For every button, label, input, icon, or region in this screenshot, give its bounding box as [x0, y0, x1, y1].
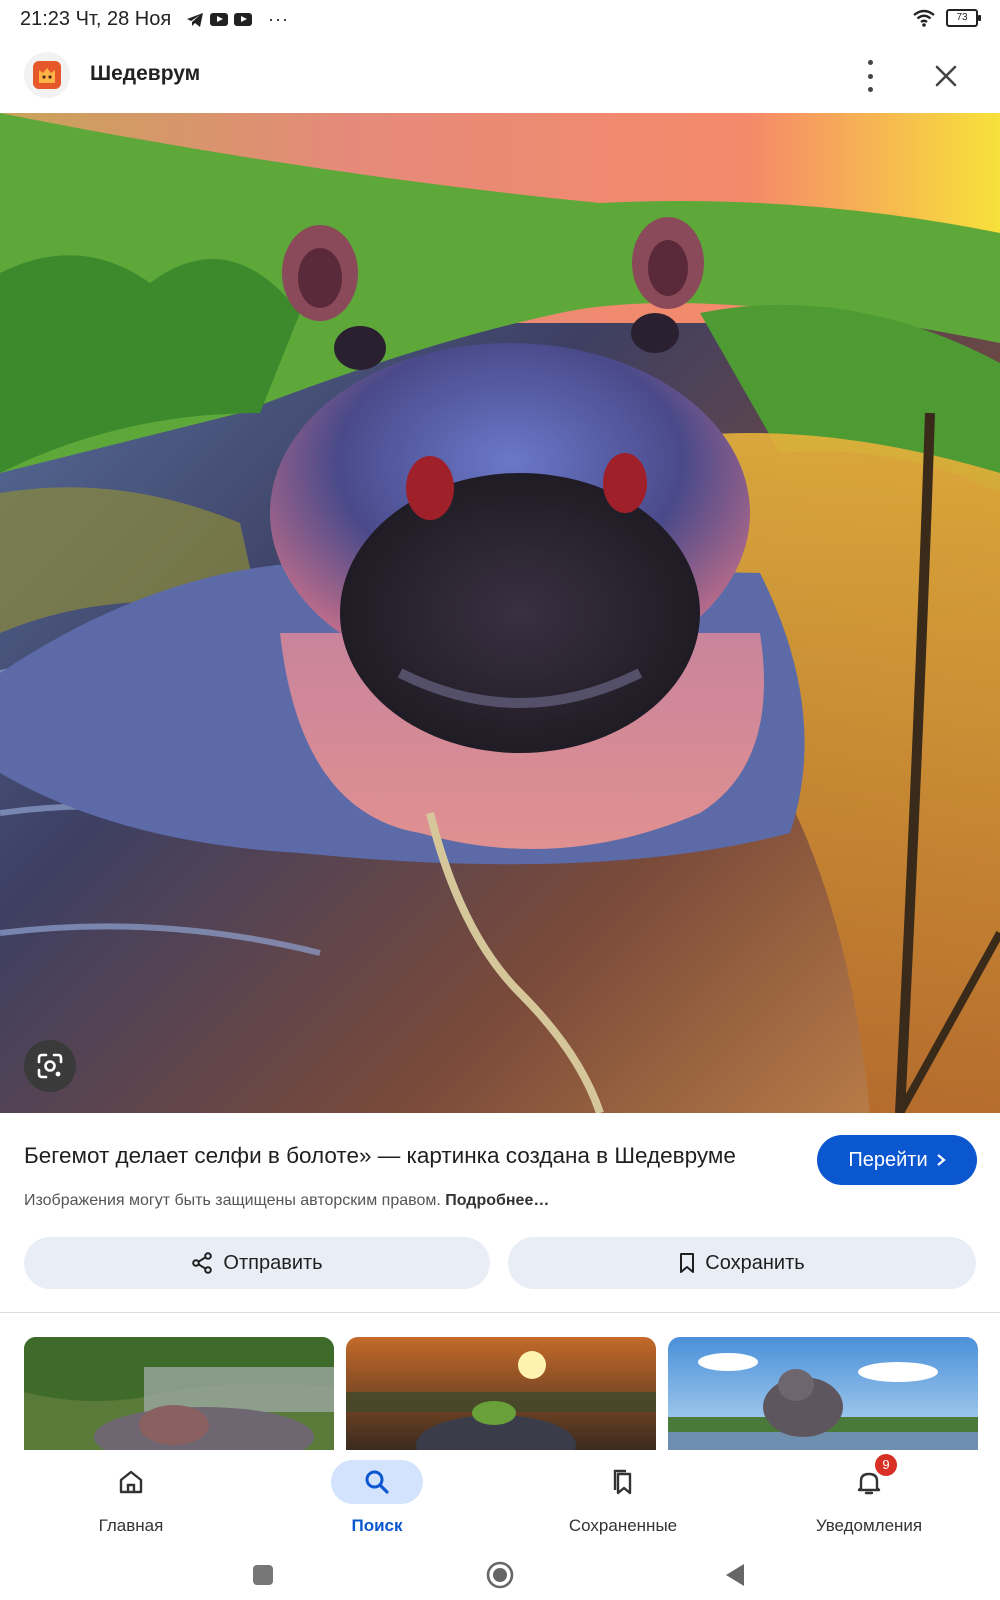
nav-search[interactable]: Поиск	[254, 1450, 500, 1550]
save-label: Сохранить	[705, 1251, 805, 1274]
nav-home-label: Главная	[98, 1516, 164, 1535]
notification-icons: ···	[186, 9, 289, 30]
related-image-3[interactable]	[668, 1337, 978, 1450]
divider	[0, 1312, 1000, 1313]
share-icon	[192, 1252, 213, 1274]
related-image-1[interactable]	[24, 1337, 334, 1450]
bell-icon-wrap: 9	[823, 1454, 915, 1504]
home-icon	[119, 1470, 143, 1494]
copyright-text: Изображения могут быть защищены авторски…	[24, 1192, 441, 1209]
lens-icon	[37, 1053, 63, 1079]
visit-button-label: Перейти	[848, 1148, 928, 1171]
app-title: Шедеврум	[90, 62, 201, 85]
google-lens-button[interactable]	[24, 1040, 76, 1092]
youtube-icon	[234, 13, 252, 26]
nav-saved-label: Сохраненные	[568, 1516, 678, 1535]
wifi-icon	[913, 9, 935, 27]
chevron-right-icon	[936, 1154, 946, 1166]
home-button[interactable]	[486, 1561, 514, 1589]
learn-more-link[interactable]: Подробнее…	[445, 1192, 549, 1209]
nav-home[interactable]: Главная	[8, 1450, 254, 1550]
search-icon-wrap	[331, 1460, 423, 1504]
app-bar: Шедеврум	[0, 40, 1000, 112]
visit-button[interactable]: Перейти	[817, 1135, 977, 1185]
nav-search-label: Поиск	[351, 1516, 403, 1535]
system-navigation	[0, 1550, 1000, 1600]
youtube-icon	[210, 13, 228, 26]
telegram-icon	[187, 12, 203, 27]
share-button[interactable]: Отправить	[24, 1237, 490, 1289]
hippo-image[interactable]	[0, 113, 1000, 1113]
close-icon[interactable]	[928, 58, 964, 94]
copyright-notice: Изображения могут быть защищены авторски…	[24, 1192, 549, 1210]
bookmark-icon	[680, 1253, 695, 1273]
result-title[interactable]: Бегемот делает селфи в болоте» — картинк…	[24, 1143, 784, 1169]
notification-badge: 9	[875, 1454, 897, 1476]
save-button[interactable]: Сохранить	[508, 1237, 976, 1289]
bookmarks-icon	[613, 1469, 632, 1495]
related-image-2[interactable]	[346, 1337, 656, 1450]
more-options-icon[interactable]	[860, 60, 880, 92]
more-notifications-icon: ···	[268, 9, 289, 29]
bottom-navigation: Главная Поиск Сохраненные 9 Уведомления	[0, 1450, 1000, 1550]
status-bar: 21:23 Чт, 28 Ноя ··· 73	[0, 0, 1000, 40]
battery-icon: 73	[946, 9, 981, 27]
site-logo	[24, 52, 70, 98]
search-icon	[365, 1470, 389, 1494]
cat-logo-icon	[39, 68, 55, 83]
back-button[interactable]	[724, 1562, 746, 1588]
nav-notifications-label: Уведомления	[815, 1516, 923, 1535]
nav-saved[interactable]: Сохраненные	[500, 1450, 746, 1550]
share-label: Отправить	[223, 1251, 323, 1274]
nav-notifications[interactable]: 9 Уведомления	[746, 1450, 992, 1550]
bookmarks-icon-wrap	[577, 1460, 669, 1504]
status-time: 21:23 Чт, 28 Ноя	[20, 8, 172, 30]
recents-button[interactable]	[253, 1565, 273, 1585]
home-icon-wrap	[85, 1460, 177, 1504]
